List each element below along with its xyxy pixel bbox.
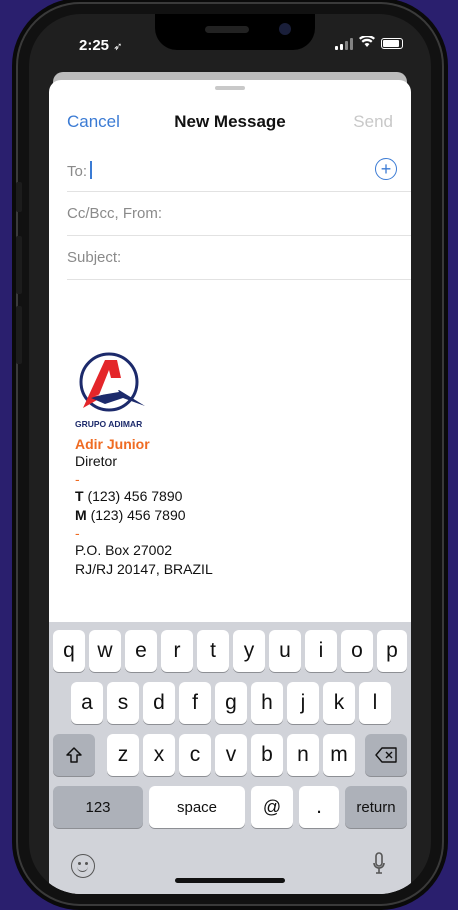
compose-sheet: Cancel New Message Send To: + Cc/Bcc, Fr… xyxy=(49,80,411,894)
wifi-icon xyxy=(359,34,375,51)
key-w[interactable]: w xyxy=(89,630,121,672)
phone-m: M (123) 456 7890 xyxy=(75,507,186,523)
key-d[interactable]: d xyxy=(143,682,175,724)
subject-field[interactable]: Subject: xyxy=(67,236,411,280)
at-key[interactable]: @ xyxy=(251,786,293,828)
status-time: 2:25 ➶ xyxy=(79,37,123,54)
key-q[interactable]: q xyxy=(53,630,85,672)
key-a[interactable]: a xyxy=(71,682,103,724)
return-key[interactable]: return xyxy=(345,786,407,828)
address-line-2: RJ/RJ 20147, BRAZIL xyxy=(75,561,213,577)
key-m[interactable]: m xyxy=(323,734,355,776)
backspace-icon xyxy=(375,747,397,763)
signature-role: Diretor xyxy=(75,453,118,469)
key-g[interactable]: g xyxy=(215,682,247,724)
to-label: To: xyxy=(67,161,93,180)
key-b[interactable]: b xyxy=(251,734,283,776)
dot-key[interactable]: . xyxy=(299,786,339,828)
home-indicator[interactable] xyxy=(175,878,285,883)
shift-key[interactable] xyxy=(53,734,95,776)
email-signature: GRUPO ADIMAR Adir Junior Diretor - T (12… xyxy=(75,350,375,579)
key-s[interactable]: s xyxy=(107,682,139,724)
status-bar: 2:25 ➶ xyxy=(29,14,431,72)
compose-nav-bar: Cancel New Message Send xyxy=(49,94,411,138)
separator-dash: - xyxy=(75,471,80,487)
key-c[interactable]: c xyxy=(179,734,211,776)
text-cursor xyxy=(90,161,93,179)
front-camera xyxy=(279,23,291,35)
grupo-adimar-logo: GRUPO ADIMAR xyxy=(75,350,147,430)
key-p[interactable]: p xyxy=(377,630,407,672)
cc-bcc-from-field[interactable]: Cc/Bcc, From: xyxy=(67,192,411,236)
key-x[interactable]: x xyxy=(143,734,175,776)
volume-up-button xyxy=(16,236,22,294)
key-v[interactable]: v xyxy=(215,734,247,776)
key-h[interactable]: h xyxy=(251,682,283,724)
sheet-grabber[interactable] xyxy=(215,86,245,90)
key-n[interactable]: n xyxy=(287,734,319,776)
microphone-icon[interactable] xyxy=(373,852,385,878)
add-contact-icon[interactable]: + xyxy=(375,158,397,180)
keyboard-row-3: z x c v b n m xyxy=(49,734,411,778)
space-key[interactable]: space xyxy=(149,786,245,828)
signal-icon xyxy=(335,37,353,50)
key-l[interactable]: l xyxy=(359,682,391,724)
location-arrow-icon: ➶ xyxy=(113,41,123,53)
key-i[interactable]: i xyxy=(305,630,337,672)
send-button[interactable]: Send xyxy=(353,112,393,132)
phone-t: T (123) 456 7890 xyxy=(75,488,183,504)
subject-label: Subject: xyxy=(67,249,122,266)
phone-screen: 2:25 ➶ Cancel New Message Send To: + Cc/… xyxy=(29,14,431,894)
key-z[interactable]: z xyxy=(107,734,139,776)
numbers-key[interactable]: 123 xyxy=(53,786,143,828)
key-t[interactable]: t xyxy=(197,630,229,672)
key-o[interactable]: o xyxy=(341,630,373,672)
brand-name: GRUPO ADIMAR xyxy=(75,419,143,429)
key-j[interactable]: j xyxy=(287,682,319,724)
key-r[interactable]: r xyxy=(161,630,193,672)
key-f[interactable]: f xyxy=(179,682,211,724)
shift-icon xyxy=(66,747,82,763)
separator-dash: - xyxy=(75,525,80,541)
status-icons xyxy=(335,34,403,51)
keyboard-row-4: 123 space @ . return xyxy=(49,786,411,830)
cc-bcc-from-label: Cc/Bcc, From: xyxy=(67,205,163,222)
key-k[interactable]: k xyxy=(323,682,355,724)
keyboard-row-1: q w e r t y u i o p xyxy=(49,630,411,674)
signature-name: Adir Junior xyxy=(75,436,150,452)
to-field[interactable]: To: + xyxy=(67,148,411,192)
delete-key[interactable] xyxy=(365,734,407,776)
speaker-grille xyxy=(205,26,249,33)
battery-icon xyxy=(381,38,403,49)
volume-down-button xyxy=(16,306,22,364)
key-e[interactable]: e xyxy=(125,630,157,672)
address-line-1: P.O. Box 27002 xyxy=(75,542,173,558)
mute-switch xyxy=(16,182,22,212)
keyboard-row-2: a s d f g h j k l xyxy=(49,682,411,726)
keyboard: q w e r t y u i o p a s d f g h j k l z … xyxy=(49,622,411,894)
key-y[interactable]: y xyxy=(233,630,265,672)
emoji-icon[interactable] xyxy=(71,854,95,878)
key-u[interactable]: u xyxy=(269,630,301,672)
